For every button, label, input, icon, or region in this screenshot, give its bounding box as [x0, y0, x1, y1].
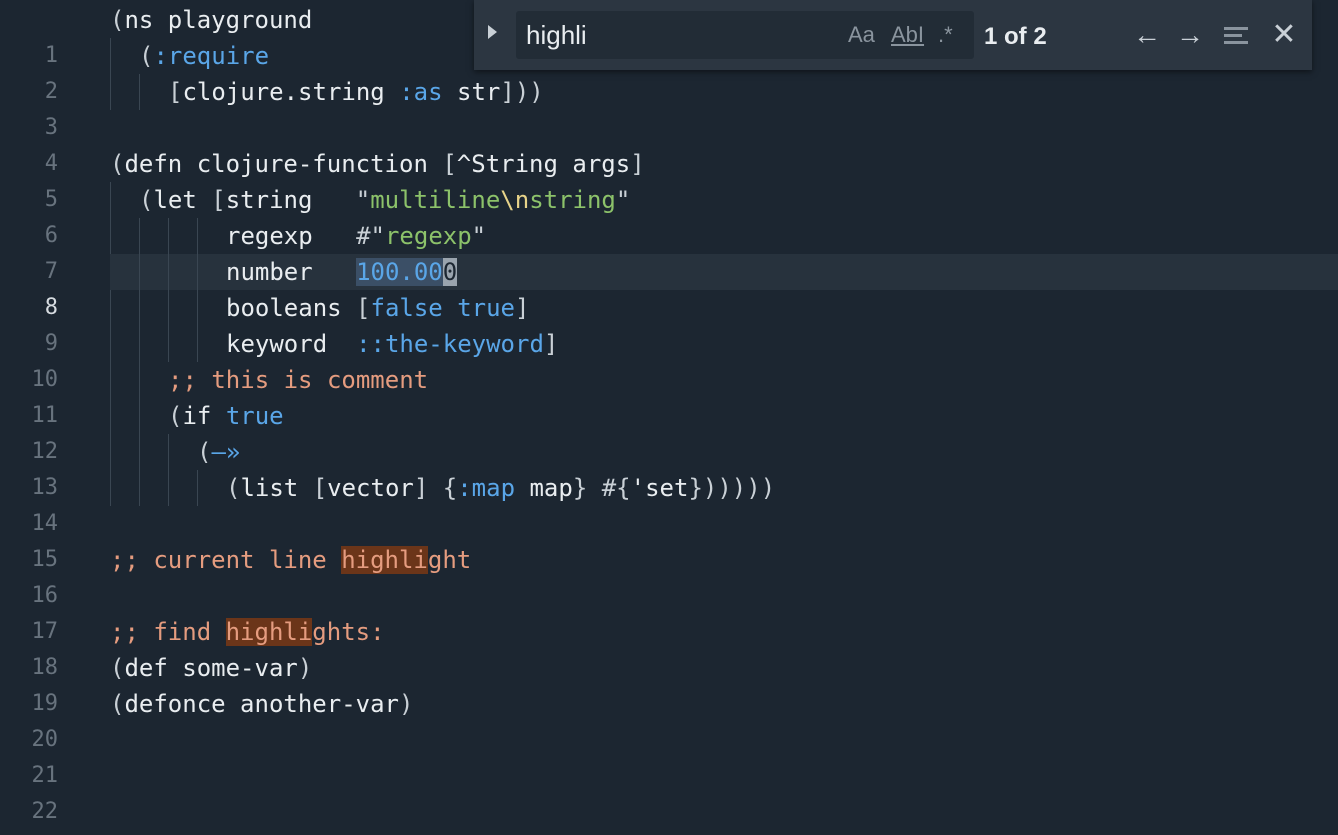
indent-guide [139, 470, 140, 506]
indent-guide [110, 182, 111, 218]
line-content: ;; find highlights: [110, 618, 385, 646]
line-content: (let [string "multiline\nstring" [139, 186, 631, 214]
line-content: ;; current line highlight [110, 546, 472, 574]
indent-guide [110, 470, 111, 506]
code-line[interactable]: 12 (if true [0, 398, 1338, 464]
indent-guide [139, 254, 140, 290]
indent-guide [139, 290, 140, 326]
indent-guide [139, 218, 140, 254]
whole-word-toggle[interactable]: AbI [891, 11, 924, 59]
text-cursor: 0 [442, 258, 458, 286]
code-editor[interactable]: 1 (ns playground 2 (:require 3 [clojure.… [0, 0, 1338, 835]
arrow-right-icon[interactable]: → [1172, 11, 1208, 59]
indent-guide [197, 470, 198, 506]
indent-guide [139, 434, 140, 470]
find-query[interactable]: highli [526, 11, 587, 59]
indent-guide [139, 362, 140, 398]
close-icon[interactable]: ✕ [1266, 11, 1302, 59]
line-content: (if true [168, 402, 284, 430]
line-content: regexp #"regexp" [226, 222, 487, 250]
indent-guide [168, 218, 169, 254]
find-bar: highli Aa AbI .* 1 of 2 ← → ✕ [474, 0, 1312, 70]
line-content: (defonce another-var) [110, 690, 414, 718]
code-line[interactable]: 18 ;; find highlights: [0, 614, 1338, 680]
code-line[interactable]: 20 (defonce another-var) [0, 686, 1338, 752]
code-line[interactable]: 14 (list [vector] {:map map} #{'set}))))… [0, 470, 1338, 536]
indent-guide [110, 398, 111, 434]
select-all-matches-icon[interactable] [1224, 27, 1248, 47]
arrow-left-icon[interactable]: ← [1129, 11, 1165, 59]
indent-guide [197, 290, 198, 326]
line-content: booleans [false true] [226, 294, 530, 322]
indent-guide [168, 254, 169, 290]
indent-guide [168, 434, 169, 470]
indent-guide [168, 326, 169, 362]
code-line[interactable]: 9 booleans [false true] [0, 290, 1338, 356]
indent-guide [110, 434, 111, 470]
selection: 100.00 [356, 258, 443, 286]
indent-guide [139, 326, 140, 362]
line-content: (—» [197, 438, 241, 466]
indent-guide [110, 290, 111, 326]
indent-guide [110, 326, 111, 362]
code-line[interactable]: 16 ;; current line highlight [0, 542, 1338, 608]
line-content: (def some-var) [110, 654, 313, 682]
line-content: (defn clojure-function [^String args] [110, 150, 645, 178]
indent-guide [197, 254, 198, 290]
code-line[interactable]: 19 (def some-var) [0, 650, 1338, 716]
indent-guide [110, 218, 111, 254]
find-match: highli [341, 546, 428, 574]
code-line[interactable]: 15 [0, 506, 1338, 572]
code-line-current[interactable]: 8 number 100.000 [0, 254, 1338, 320]
expand-replace-toggle-icon[interactable] [488, 25, 497, 39]
code-line[interactable]: 17 [0, 578, 1338, 644]
find-match: highli [225, 618, 313, 646]
code-line[interactable]: 4 [0, 110, 1338, 176]
line-content: number 100.000 [226, 258, 458, 286]
regex-toggle[interactable]: .* [938, 11, 953, 59]
code-line[interactable]: 7 regexp #"regexp" [0, 218, 1338, 284]
indent-guide [139, 74, 140, 110]
line-content: ;; this is comment [168, 366, 429, 394]
code-line[interactable]: 6 (let [string "multiline\nstring" [0, 182, 1338, 248]
match-case-toggle[interactable]: Aa [848, 11, 875, 59]
indent-guide [110, 74, 111, 110]
indent-guide [197, 218, 198, 254]
indent-guide [168, 470, 169, 506]
line-content: keyword ::the-keyword] [226, 330, 559, 358]
code-line[interactable]: 13 (—» [0, 434, 1338, 500]
code-line[interactable]: 10 keyword ::the-keyword] [0, 326, 1338, 392]
indent-guide [110, 362, 111, 398]
code-line[interactable]: 5 (defn clojure-function [^String args] [0, 146, 1338, 212]
line-content: (ns playground [110, 6, 313, 34]
line-content: [clojure.string :as str])) [168, 78, 544, 106]
indent-guide [197, 326, 198, 362]
code-line[interactable]: 21 [0, 722, 1338, 788]
line-content: (list [vector] {:map map} #{'set}))))) [226, 474, 776, 502]
indent-guide [139, 398, 140, 434]
code-line[interactable]: 3 [clojure.string :as str])) [0, 74, 1338, 140]
indent-guide [168, 290, 169, 326]
code-line[interactable]: 11 ;; this is comment [0, 362, 1338, 428]
code-line[interactable]: 22 [0, 758, 1338, 824]
match-count: 1 of 2 [984, 23, 1047, 50]
indent-guide [110, 38, 111, 74]
line-number: 22 [31, 799, 59, 824]
line-content: (:require [139, 42, 270, 70]
